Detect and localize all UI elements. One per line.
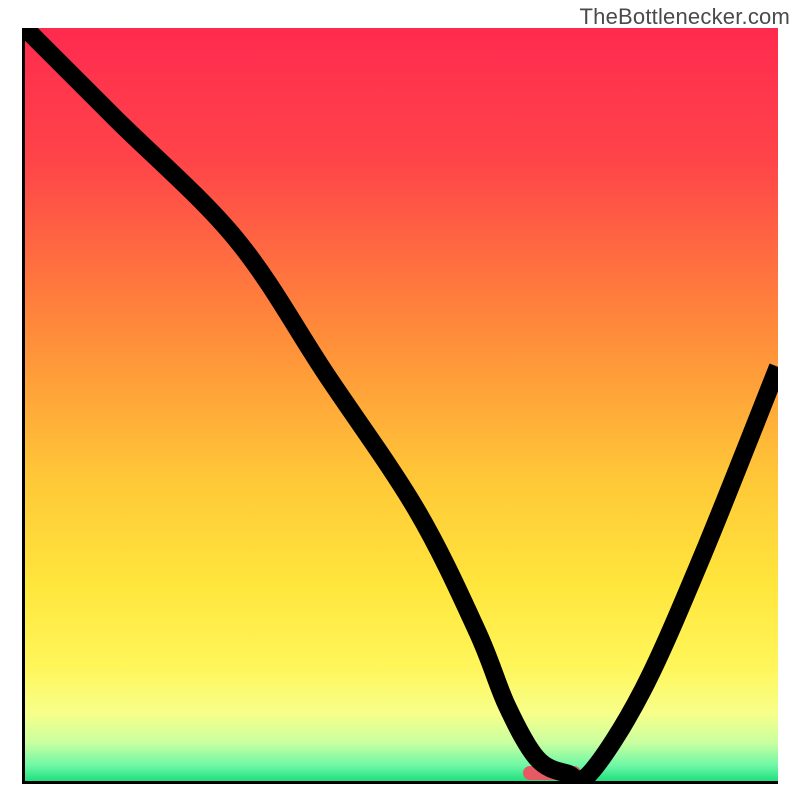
curve-path [25, 28, 778, 780]
bottleneck-curve [25, 28, 778, 781]
watermark-text: TheBottlenecker.com [580, 4, 790, 30]
plot-area [22, 28, 778, 784]
chart-canvas: TheBottlenecker.com [0, 0, 800, 800]
